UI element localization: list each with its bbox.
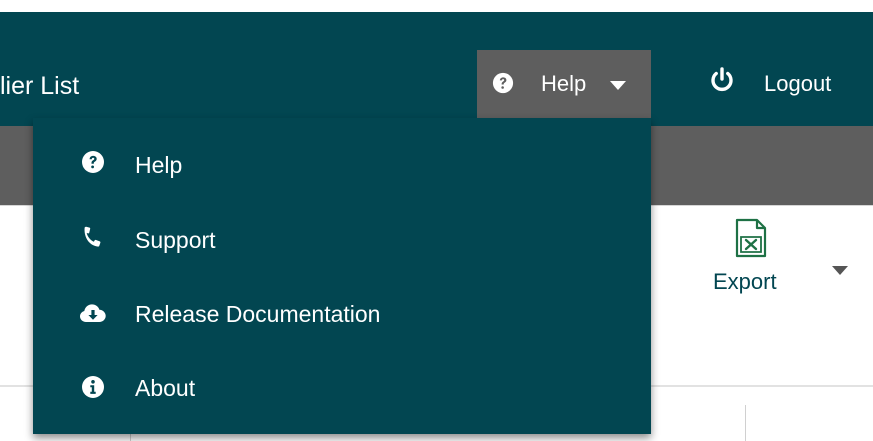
- menu-item-help[interactable]: Help: [33, 130, 651, 200]
- menu-item-release-documentation[interactable]: Release Documentation: [33, 279, 651, 349]
- export-label: Export: [713, 269, 777, 294]
- help-dropdown-menu: Help Support Release Documentation About: [33, 118, 651, 434]
- export-options-caret-icon[interactable]: [832, 266, 848, 275]
- logout-button[interactable]: Logout: [706, 60, 866, 110]
- question-circle-icon: [492, 72, 514, 94]
- caret-down-icon: [610, 81, 626, 90]
- menu-item-about[interactable]: About: [33, 353, 651, 423]
- info-circle-icon: [82, 376, 104, 398]
- menu-item-label: Support: [135, 227, 216, 253]
- excel-file-icon: [735, 218, 767, 258]
- cloud-download-icon: [80, 304, 106, 322]
- menu-item-label: Help: [135, 152, 183, 178]
- help-menu-label: Help: [541, 71, 587, 96]
- power-icon: [711, 67, 733, 92]
- menu-item-label: Release Documentation: [135, 301, 381, 327]
- export-button[interactable]: Export: [705, 218, 805, 302]
- phone-icon: [84, 226, 101, 247]
- menu-item-label: About: [135, 375, 196, 401]
- top-strip: [0, 0, 873, 12]
- help-menu-toggle[interactable]: Help: [477, 50, 651, 118]
- question-circle-icon: [82, 151, 104, 173]
- logout-label: Logout: [764, 71, 832, 96]
- column-divider: [745, 405, 746, 441]
- page-title: lier List: [0, 72, 80, 100]
- menu-item-support[interactable]: Support: [33, 205, 651, 275]
